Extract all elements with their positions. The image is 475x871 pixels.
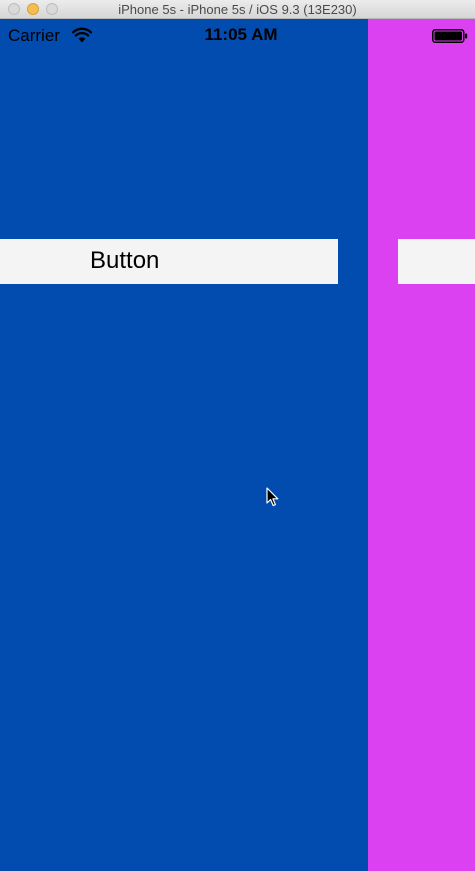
window-title-bar: iPhone 5s - iPhone 5s / iOS 9.3 (13E230) — [0, 0, 475, 19]
next-page-button[interactable] — [398, 239, 475, 284]
device-screen: Carrier 11:05 AM Button — [0, 19, 475, 871]
battery-icon — [432, 29, 468, 43]
current-page[interactable] — [0, 19, 368, 871]
status-bar: Carrier 11:05 AM — [0, 19, 475, 52]
button[interactable]: Button — [0, 239, 338, 284]
window-title: iPhone 5s - iPhone 5s / iOS 9.3 (13E230) — [118, 2, 357, 17]
mouse-cursor-icon — [266, 487, 279, 507]
status-time: 11:05 AM — [204, 25, 278, 44]
button-label: Button — [90, 247, 160, 274]
simulator-window: iPhone 5s - iPhone 5s / iOS 9.3 (13E230)… — [0, 0, 475, 871]
next-page[interactable] — [368, 19, 475, 871]
